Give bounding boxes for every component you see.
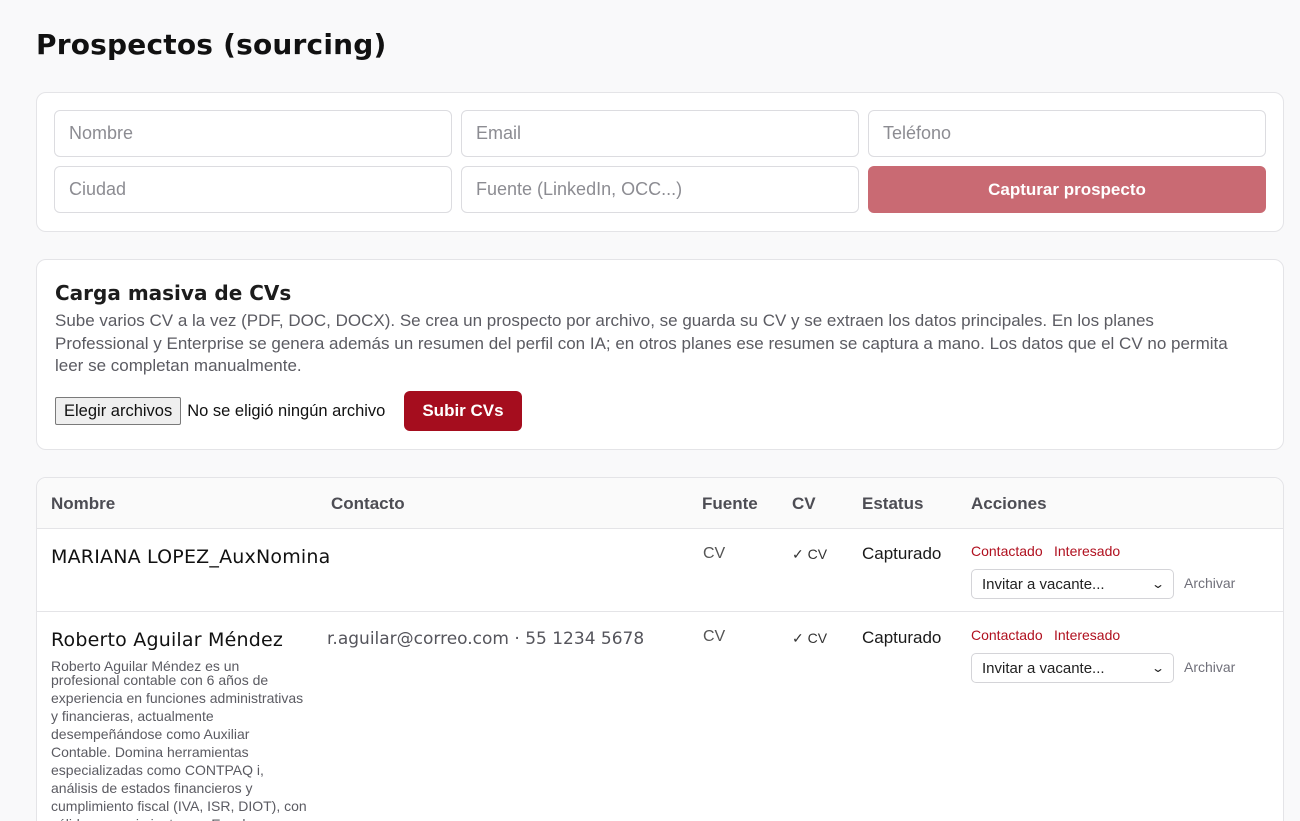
- chevron-down-icon: ⌄: [1150, 661, 1166, 675]
- header-actions: Acciones: [971, 494, 1047, 513]
- name-input[interactable]: [54, 110, 452, 157]
- prospect-source: CV: [703, 545, 726, 562]
- invite-to-vacancy-select[interactable]: Invitar a vacante... ⌄: [971, 653, 1174, 683]
- prospect-name[interactable]: Roberto Aguilar Méndez: [51, 629, 283, 651]
- archive-link[interactable]: Archivar: [1184, 575, 1235, 591]
- table-header-bg: [37, 478, 1283, 528]
- prospect-status: Capturado: [862, 628, 942, 647]
- bulk-upload-title: Carga masiva de CVs: [55, 281, 292, 305]
- prospect-source: CV: [703, 628, 726, 645]
- mark-contacted-link[interactable]: Contactado: [971, 627, 1043, 643]
- header-name: Nombre: [51, 494, 116, 513]
- mark-contacted-link[interactable]: Contactado: [971, 543, 1043, 559]
- cv-link[interactable]: ✓ CV: [792, 630, 827, 647]
- prospect-status: Capturado: [862, 544, 942, 563]
- invite-select-value: Invitar a vacante...: [982, 575, 1105, 593]
- prospect-summary-text: profesional contable con 6 años de exper…: [51, 672, 307, 821]
- mark-interested-link[interactable]: Interesado: [1054, 627, 1120, 643]
- city-input[interactable]: [54, 166, 452, 213]
- file-status-text: No se eligió ningún archivo: [187, 401, 386, 420]
- phone-input[interactable]: [868, 110, 1266, 157]
- header-divider: [37, 528, 1283, 529]
- choose-files-button[interactable]: Elegir archivos: [55, 397, 182, 425]
- chevron-down-icon: ⌄: [1150, 577, 1166, 591]
- invite-to-vacancy-select[interactable]: Invitar a vacante... ⌄: [971, 569, 1174, 599]
- capture-prospect-button[interactable]: Capturar prospecto: [868, 166, 1266, 213]
- header-contact: Contacto: [331, 494, 405, 513]
- mark-interested-link[interactable]: Interesado: [1054, 543, 1120, 559]
- archive-link[interactable]: Archivar: [1184, 659, 1235, 675]
- upload-cvs-button[interactable]: Subir CVs: [404, 391, 522, 431]
- page-title: Prospectos (sourcing): [36, 28, 387, 61]
- header-cv: CV: [792, 494, 816, 513]
- prospect-contact: r.aguilar@correo.com · 55 1234 5678: [327, 629, 645, 649]
- header-status: Estatus: [862, 494, 924, 513]
- capture-form-card: Capturar prospecto: [36, 92, 1284, 232]
- source-input[interactable]: [461, 166, 859, 213]
- file-picker-row: Elegir archivos No se eligió ningún arch…: [55, 391, 522, 431]
- cv-link[interactable]: ✓ CV: [792, 546, 827, 563]
- bulk-upload-card: Carga masiva de CVs Sube varios CV a la …: [36, 259, 1284, 450]
- email-input[interactable]: [461, 110, 859, 157]
- row-divider: [37, 611, 1283, 612]
- prospects-table: Nombre Contacto Fuente CV Estatus Accion…: [36, 477, 1284, 821]
- prospect-summary: Roberto Aguilar Méndez es un profesional…: [51, 657, 307, 821]
- invite-select-value: Invitar a vacante...: [982, 659, 1105, 677]
- bulk-upload-description: Sube varios CV a la vez (PDF, DOC, DOCX)…: [55, 311, 1228, 375]
- prospect-name[interactable]: MARIANA LOPEZ_AuxNomina: [51, 546, 330, 568]
- header-source: Fuente: [702, 494, 758, 513]
